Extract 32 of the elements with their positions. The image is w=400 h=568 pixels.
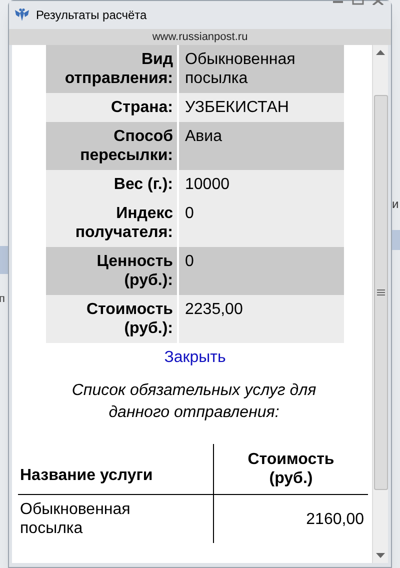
detail-label: Индекс получателя: [46, 199, 177, 247]
detail-value: Обыкновенная посылка [179, 45, 344, 93]
table-cell: Обыкновенная посылка [18, 495, 214, 543]
detail-value: 2235,00 [179, 295, 344, 343]
detail-label: Способ пересылки: [46, 122, 177, 170]
detail-label: Ценность (руб.): [46, 247, 177, 295]
detail-value: 0 [179, 247, 344, 295]
detail-value: Авиа [179, 122, 344, 170]
background-text: и [392, 198, 400, 210]
detail-value: 10000 [179, 170, 344, 199]
window-title: Результаты расчёта [36, 7, 147, 24]
background-panel [392, 230, 400, 250]
scroll-down-icon[interactable] [376, 553, 385, 558]
column-header: Стоимость (руб.) [246, 450, 336, 489]
background-panel [0, 246, 8, 274]
url-bar: www.russianpost.ru [9, 29, 391, 45]
scroll-up-icon[interactable] [376, 50, 385, 55]
detail-value: 0 [179, 199, 344, 247]
table-cell-text: 2160,00 [305, 510, 365, 530]
scroll-thumb[interactable] [374, 95, 388, 490]
detail-value: УЗБЕКИСТАН [179, 93, 344, 122]
detail-label: Страна: [46, 93, 177, 122]
detail-label: Вес (г.): [46, 170, 177, 199]
background-text: п [0, 294, 6, 305]
detail-label: Стоимость (руб.): [46, 295, 177, 343]
column-header: Название услуги [18, 444, 214, 494]
grip-icon [376, 289, 384, 296]
detail-label: Вид отправления: [46, 45, 177, 93]
eagle-emblem-icon [14, 8, 30, 22]
scrollbar[interactable] [372, 45, 388, 563]
close-link[interactable]: Закрыть [164, 346, 226, 370]
services-caption: Список обязательных услуг для данного отправления: [70, 381, 318, 423]
